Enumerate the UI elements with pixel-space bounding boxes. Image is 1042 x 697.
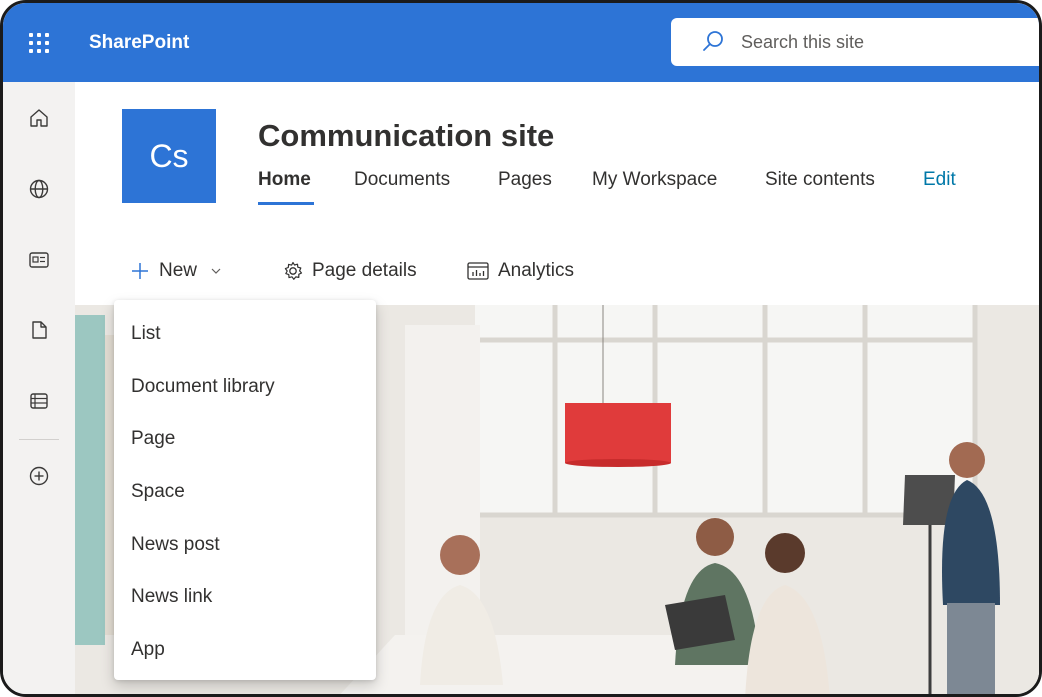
search-icon — [703, 31, 723, 51]
site-title[interactable]: Communication site — [258, 118, 554, 154]
browser-frame: SharePoint Search this site Cs Communica… — [0, 0, 1042, 697]
new-button[interactable]: New — [129, 256, 223, 286]
news-icon — [29, 252, 49, 268]
page-details-label: Page details — [312, 260, 417, 281]
analytics-label: Analytics — [498, 260, 575, 281]
menu-item-space[interactable]: Space — [114, 466, 376, 519]
chevron-down-icon — [211, 268, 221, 274]
left-rail — [3, 82, 75, 694]
menu-item-news-post[interactable]: News post — [114, 518, 376, 571]
search-box[interactable]: Search this site — [671, 18, 1039, 66]
analytics-icon — [467, 262, 489, 280]
rail-divider — [19, 439, 59, 440]
menu-item-news-link[interactable]: News link — [114, 571, 376, 624]
rail-news-button[interactable] — [25, 246, 53, 274]
search-input[interactable]: Search this site — [741, 32, 864, 53]
nav-pages[interactable]: Pages — [498, 169, 552, 191]
app-name[interactable]: SharePoint — [89, 32, 189, 54]
rail-create-button[interactable] — [25, 462, 53, 490]
nav-my-workspace[interactable]: My Workspace — [592, 169, 717, 191]
menu-item-app[interactable]: App — [114, 624, 376, 677]
analytics-button[interactable]: Analytics — [466, 256, 574, 286]
suite-bar: SharePoint Search this site — [3, 3, 1039, 82]
rail-files-button[interactable] — [25, 316, 53, 344]
document-icon — [32, 321, 47, 339]
plus-icon — [132, 263, 148, 279]
nav-site-contents[interactable]: Site contents — [765, 169, 875, 191]
nav-documents[interactable]: Documents — [354, 169, 450, 191]
nav-edit-link[interactable]: Edit — [923, 169, 956, 191]
rail-lists-button[interactable] — [25, 387, 53, 415]
add-circle-icon — [29, 466, 49, 486]
menu-item-page[interactable]: Page — [114, 413, 376, 466]
page-details-button[interactable]: Page details — [282, 256, 417, 286]
menu-item-list[interactable]: List — [114, 308, 376, 361]
site-logo[interactable]: Cs — [122, 109, 216, 203]
menu-item-document-library[interactable]: Document library — [114, 361, 376, 414]
globe-icon — [29, 179, 49, 199]
app-launcher-button[interactable] — [3, 3, 75, 82]
waffle-icon — [29, 32, 49, 53]
home-icon — [30, 109, 48, 127]
nav-active-indicator — [258, 202, 314, 205]
rail-sites-button[interactable] — [25, 175, 53, 203]
lists-icon — [30, 393, 48, 409]
rail-home-button[interactable] — [25, 104, 53, 132]
gear-icon — [284, 261, 303, 280]
new-dropdown-menu: List Document library Page Space News po… — [114, 300, 376, 680]
nav-home[interactable]: Home — [258, 169, 311, 191]
new-button-label: New — [159, 260, 198, 281]
